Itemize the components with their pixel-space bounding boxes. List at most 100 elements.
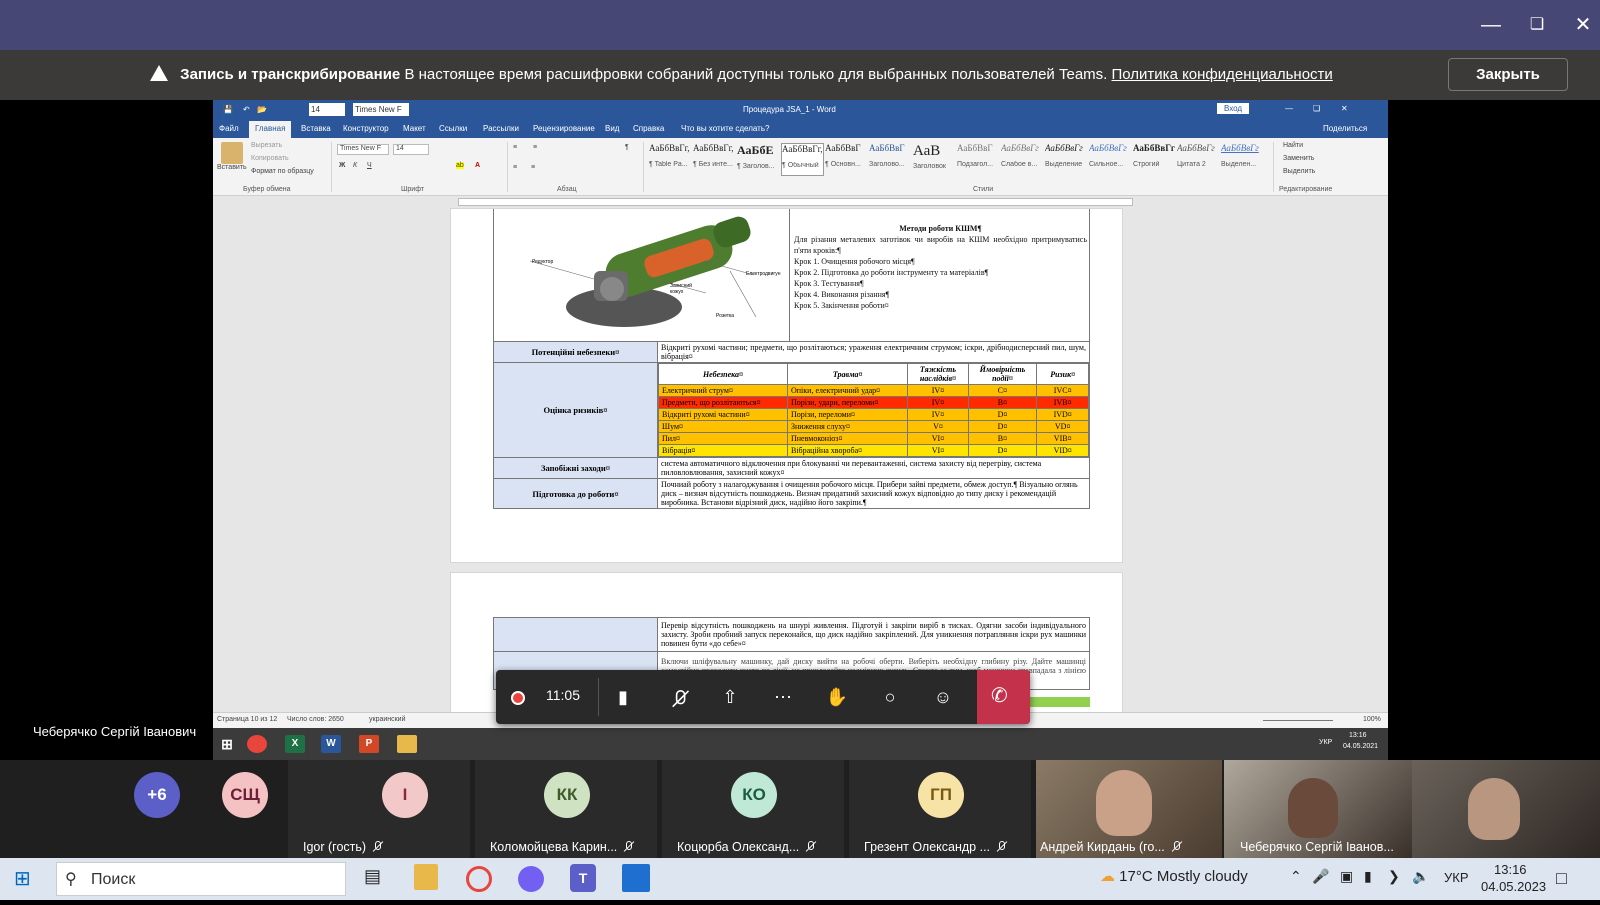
restore-icon[interactable]: ❏ — [1313, 104, 1320, 113]
overflow-participants[interactable]: +6 — [112, 760, 202, 858]
highlight-icon[interactable]: ab — [456, 162, 464, 169]
file-explorer-icon[interactable] — [414, 864, 438, 890]
bullets-icon[interactable]: ≡ — [513, 144, 517, 151]
participant-tile[interactable]: ГП Грезент Олександр ... — [849, 760, 1031, 858]
login-button[interactable]: Вход — [1217, 103, 1250, 114]
style-table-paragraph[interactable]: АаБбВвГг, ¶ Table Pa... — [649, 143, 692, 176]
viber-icon[interactable] — [518, 866, 544, 892]
align-center-icon[interactable]: ≡ — [531, 164, 535, 171]
participant-video-tile[interactable]: Чеберячко Сергій Іванов... — [1224, 760, 1412, 858]
chat-icon[interactable]: ○ — [876, 683, 904, 711]
style-intense-quote[interactable]: АаБбВвГг Выделен... — [1221, 143, 1264, 176]
save-icon[interactable]: 💾 — [223, 105, 233, 114]
close-banner-button[interactable]: Закрыть — [1448, 58, 1568, 91]
paste-icon[interactable] — [221, 142, 243, 164]
format-painter-button[interactable]: Формат по образцу — [251, 168, 314, 175]
pilcrow-icon[interactable]: ¶ — [625, 144, 629, 151]
clock-date[interactable]: 04.05.2023 — [1481, 879, 1546, 905]
raise-hand-icon[interactable]: ✋ — [823, 683, 851, 711]
word-icon[interactable]: W — [321, 735, 341, 753]
style-no-spacing[interactable]: АаБбВвГг, ¶ Без инте... — [693, 143, 736, 176]
style-title[interactable]: АаВ Заголовок — [913, 143, 956, 176]
participants-icon[interactable]: ☺ — [929, 683, 957, 711]
close-window-icon[interactable]: ✕ — [1568, 10, 1598, 40]
style-intense-emphasis[interactable]: АаБбВвГг Сильное... — [1089, 143, 1132, 176]
style-quote[interactable]: АаБбВвГг Цитата 2 — [1177, 143, 1220, 176]
style-strong[interactable]: АаБбВвГг Строгий — [1133, 143, 1176, 176]
style-emphasis[interactable]: АаБбВвГг Выделение — [1045, 143, 1088, 176]
participant-video-tile[interactable]: Андрей Кирдань (го... — [1036, 760, 1222, 858]
underline-icon[interactable]: Ч — [367, 162, 372, 169]
tell-me-box[interactable]: Что вы хотите сделать? — [681, 124, 769, 133]
replace-button[interactable]: Заменить — [1283, 155, 1314, 162]
windows-start-icon[interactable]: ⊞ — [217, 735, 237, 753]
powerpoint-icon[interactable]: P — [359, 735, 379, 753]
tab-file[interactable]: Файл — [219, 124, 239, 133]
style-heading2[interactable]: АаБбВвГ Заголово... — [869, 143, 912, 176]
microphone-icon[interactable]: 🎤 — [1312, 868, 1329, 894]
select-button[interactable]: Выделить — [1283, 168, 1315, 175]
privacy-policy-link[interactable]: Политика конфиденциальности — [1112, 66, 1333, 83]
tab-layout[interactable]: Макет — [403, 124, 426, 133]
zoom-slider[interactable] — [1263, 720, 1333, 721]
quick-font-name[interactable]: Times New F — [353, 103, 409, 116]
weather-widget[interactable]: ☁ 17°C Mostly cloudy — [1100, 867, 1248, 893]
tab-insert[interactable]: Вставка — [301, 124, 331, 133]
paste-label[interactable]: Вставить — [217, 164, 247, 171]
zoom-level[interactable]: 100% — [1363, 716, 1381, 723]
close-icon[interactable]: ✕ — [1341, 104, 1348, 113]
hang-up-button[interactable]: ✆ — [977, 670, 1030, 724]
teams-icon[interactable]: T — [570, 864, 596, 892]
style-normal[interactable]: АаБбВвГг, ¶ Обычный — [781, 143, 824, 176]
bold-icon[interactable]: Ж — [339, 162, 345, 169]
network-icon[interactable]: ▣ — [1340, 868, 1353, 894]
more-options-icon[interactable]: ⋯ — [769, 683, 797, 711]
participant-tile[interactable]: КО Коцюрба Олександ... — [662, 760, 844, 858]
camera-icon[interactable]: ▮ — [609, 683, 637, 711]
language-indicator[interactable]: украинский — [369, 716, 406, 723]
tab-help[interactable]: Справка — [633, 124, 664, 133]
align-left-icon[interactable]: ≡ — [513, 164, 517, 171]
volume-icon[interactable]: 🔈 — [1412, 868, 1429, 894]
copy-button[interactable]: Копировать — [251, 155, 289, 162]
task-view-icon[interactable]: ▤ — [364, 866, 381, 892]
italic-icon[interactable]: К — [353, 162, 357, 169]
page-indicator[interactable]: Страница 10 из 12 — [217, 716, 277, 723]
minimize-icon[interactable]: — — [1476, 10, 1506, 40]
participant-tile[interactable]: КК Коломойцева Карин... — [475, 760, 657, 858]
tab-mailings[interactable]: Рассылки — [483, 124, 519, 133]
style-body[interactable]: АаБбВвГ ¶ Основн... — [825, 143, 868, 176]
restore-icon[interactable]: ❏ — [1522, 10, 1552, 40]
minimize-icon[interactable]: — — [1285, 104, 1293, 113]
numbering-icon[interactable]: ≡ — [533, 144, 537, 151]
share-button[interactable]: Поделиться — [1323, 124, 1367, 133]
folder-icon[interactable] — [397, 735, 417, 753]
participant-tile[interactable]: СЩ — [200, 760, 288, 858]
style-heading1[interactable]: АаБбЕ ¶ Заголов... — [737, 143, 780, 176]
font-size-box[interactable]: 14 — [393, 144, 429, 155]
tab-review[interactable]: Рецензирование — [533, 124, 595, 133]
cut-button[interactable]: Вырезать — [251, 142, 282, 149]
style-subtitle[interactable]: АаБбВвГ Подзагол... — [957, 143, 1000, 176]
font-name-box[interactable]: Times New F — [337, 144, 389, 155]
mic-muted-icon[interactable] — [662, 683, 690, 711]
notifications-icon[interactable]: □ — [1556, 868, 1567, 894]
font-color-icon[interactable]: A — [475, 162, 480, 169]
quick-font-size[interactable]: 14 — [309, 103, 345, 116]
keyboard-language[interactable]: УКР — [1444, 870, 1469, 896]
style-subtle-emphasis[interactable]: АаБбВвГг Слабое в... — [1001, 143, 1044, 176]
participant-video-tile[interactable] — [1412, 760, 1600, 858]
tab-view[interactable]: Вид — [605, 124, 619, 133]
tab-references[interactable]: Ссылки — [439, 124, 467, 133]
word-count[interactable]: Число слов: 2650 — [287, 716, 344, 723]
excel-icon[interactable]: X — [285, 735, 305, 753]
tab-home[interactable]: Главная — [249, 121, 292, 138]
chevron-up-icon[interactable]: ⌃ — [1290, 868, 1302, 894]
open-icon[interactable]: 📂 — [257, 105, 267, 114]
undo-icon[interactable]: ↶ — [243, 105, 250, 114]
battery-icon[interactable]: ▮ — [1364, 868, 1372, 894]
windows-start-icon[interactable]: ⊞ — [14, 866, 31, 892]
opera-icon[interactable] — [466, 866, 492, 892]
participant-tile[interactable]: I Igor (гость) — [288, 760, 470, 858]
search-box[interactable]: ⚲ Поиск — [56, 862, 346, 896]
